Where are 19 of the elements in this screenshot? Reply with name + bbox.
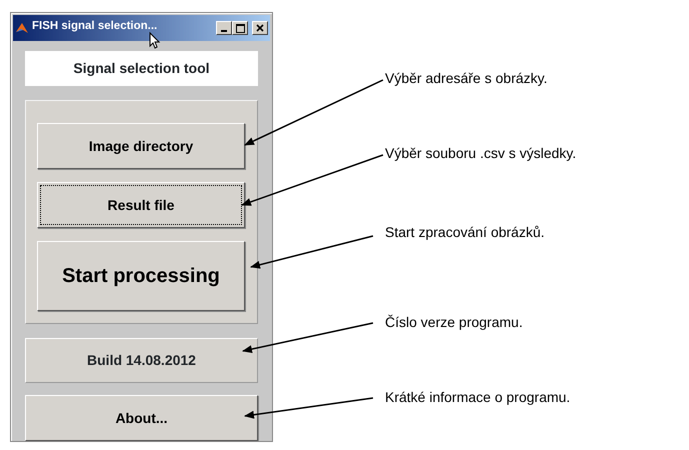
panel-button[interactable]: Start processing: [37, 241, 245, 311]
tool-heading: Signal selection tool: [25, 51, 258, 86]
panel-button[interactable]: Image directory: [37, 123, 245, 169]
panel-button[interactable]: Result file: [37, 182, 245, 228]
annotation-text: Start zpracování obrázků.: [385, 223, 545, 242]
about-button[interactable]: About...: [25, 395, 258, 441]
window-title: FISH signal selection...: [32, 20, 158, 32]
annotation-text: Výběr souboru .csv s výsledky.: [385, 144, 576, 163]
build-label: Build 14.08.2012: [25, 338, 258, 383]
close-button[interactable]: [252, 21, 268, 35]
maximize-icon: [236, 24, 244, 32]
maximize-button[interactable]: [232, 21, 248, 35]
annotation-text: Výběr adresáře s obrázky.: [385, 69, 548, 88]
annotation-text: Krátké informace o programu.: [385, 388, 570, 407]
annotation-text: Číslo verze programu.: [385, 313, 523, 332]
minimize-button[interactable]: [216, 21, 232, 35]
cursor-icon: [150, 32, 160, 49]
close-icon: [256, 24, 264, 32]
app-icon: [15, 21, 29, 35]
